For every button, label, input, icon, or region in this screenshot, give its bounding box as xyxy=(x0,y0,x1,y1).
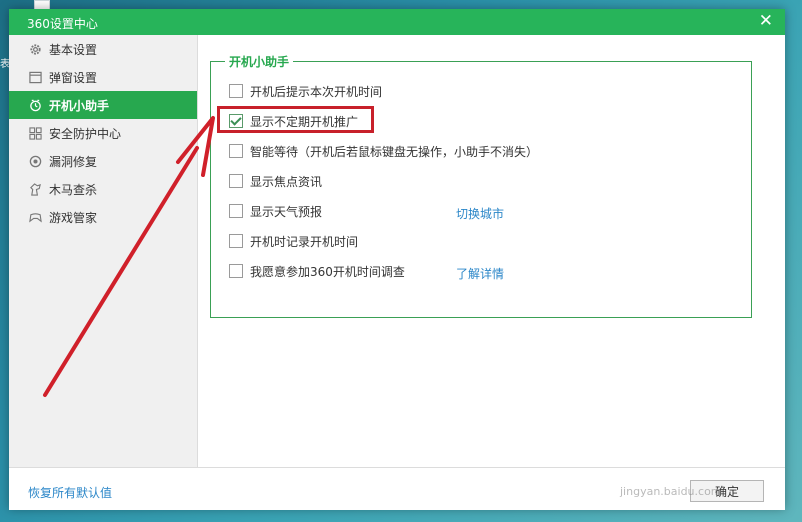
option-show-weather[interactable]: 显示天气预报 xyxy=(229,202,322,220)
close-icon[interactable]: ✕ xyxy=(759,11,773,31)
gamepad-icon xyxy=(29,211,42,224)
window-icon xyxy=(29,71,42,84)
sidebar-item-label: 木马查杀 xyxy=(49,182,98,197)
watermark-logo: Baidu经验 xyxy=(615,436,751,466)
checkbox[interactable] xyxy=(229,264,243,278)
sidebar-item-label: 基本设置 xyxy=(49,42,98,57)
clock-icon xyxy=(29,99,42,112)
switch-city-link[interactable]: 切换城市 xyxy=(456,205,504,222)
annotation-highlight-box xyxy=(217,106,374,133)
watermark-url: jingyan.baidu.com xyxy=(620,485,722,498)
sidebar-item-label: 开机小助手 xyxy=(49,98,110,113)
learn-more-link[interactable]: 了解详情 xyxy=(456,265,504,282)
checkbox[interactable] xyxy=(229,174,243,188)
patch-icon xyxy=(29,155,42,168)
sidebar-item-label: 安全防护中心 xyxy=(49,126,122,141)
sidebar-item-vulnerability-fix[interactable]: 漏洞修复 xyxy=(9,147,197,175)
option-join-survey[interactable]: 我愿意参加360开机时间调查 xyxy=(229,262,405,280)
sidebar-item-label: 游戏管家 xyxy=(49,210,98,225)
checkbox[interactable] xyxy=(229,234,243,248)
sidebar-item-security-center[interactable]: 安全防护中心 xyxy=(9,119,197,147)
sidebar-item-startup-assistant[interactable]: 开机小助手 xyxy=(9,91,197,119)
checkbox[interactable] xyxy=(229,204,243,218)
sidebar-item-popup-settings[interactable]: 弹窗设置 xyxy=(9,63,197,91)
option-show-news[interactable]: 显示焦点资讯 xyxy=(229,172,322,190)
checkbox[interactable] xyxy=(229,84,243,98)
option-label: 智能等待（开机后若鼠标键盘无操作，小助手不消失） xyxy=(250,144,539,159)
sidebar-item-game-manager[interactable]: 游戏管家 xyxy=(9,203,197,231)
option-label: 我愿意参加360开机时间调查 xyxy=(250,264,405,279)
option-label: 开机时记录开机时间 xyxy=(250,234,359,249)
desktop-label-fragment: 表 xyxy=(0,59,10,70)
window-title: 360设置中心 xyxy=(27,17,98,31)
option-label: 显示天气预报 xyxy=(250,204,323,219)
sidebar-item-basic-settings[interactable]: 基本设置 xyxy=(9,35,197,63)
sidebar-item-label: 弹窗设置 xyxy=(49,70,98,85)
option-label: 开机后提示本次开机时间 xyxy=(250,84,383,99)
horse-icon xyxy=(29,182,42,196)
restore-defaults-link[interactable]: 恢复所有默认值 xyxy=(28,484,112,501)
option-smart-wait[interactable]: 智能等待（开机后若鼠标键盘无操作，小助手不消失） xyxy=(229,142,538,160)
title-bar: 360设置中心 ✕ xyxy=(9,9,785,35)
group-legend: 开机小助手 xyxy=(225,53,294,70)
option-record-boot-time[interactable]: 开机时记录开机时间 xyxy=(229,232,358,250)
gear-icon xyxy=(29,43,42,56)
grid-icon xyxy=(29,126,42,140)
sidebar-item-label: 漏洞修复 xyxy=(49,154,98,169)
option-show-boot-time[interactable]: 开机后提示本次开机时间 xyxy=(229,82,382,100)
startup-assistant-group: 开机小助手 开机后提示本次开机时间 显示不定期开机推广 智能等待（开机后若鼠标键… xyxy=(210,53,752,318)
option-label: 显示焦点资讯 xyxy=(250,174,323,189)
sidebar: 基本设置 弹窗设置 开机小助手 安全防护中心 漏洞修复 木马查杀 游戏管家 xyxy=(9,35,198,467)
checkbox[interactable] xyxy=(229,144,243,158)
sidebar-item-trojan-scan[interactable]: 木马查杀 xyxy=(9,175,197,203)
